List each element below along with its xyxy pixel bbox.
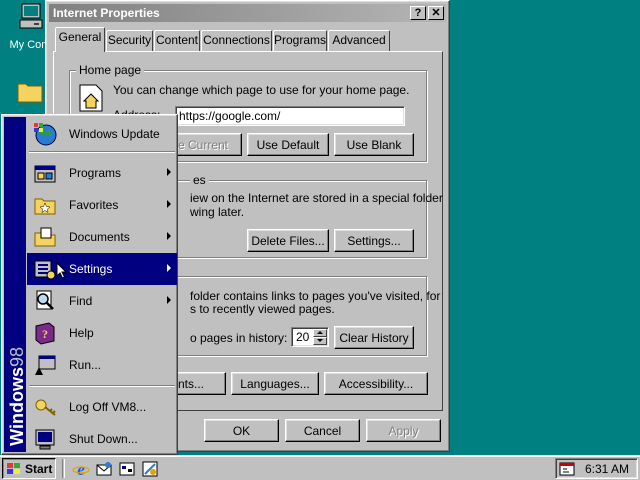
submenu-arrow-icon xyxy=(167,232,171,240)
clear-history-button[interactable]: Clear History xyxy=(334,326,414,349)
banner-98: 98 xyxy=(7,347,27,368)
start-menu-sidebar: Windows98 xyxy=(4,117,28,452)
tab-advanced[interactable]: Advanced xyxy=(328,30,390,51)
tab-content[interactable]: Content xyxy=(154,30,200,51)
start-label: Start xyxy=(25,461,53,476)
run-icon xyxy=(35,355,56,375)
down-arrow-icon xyxy=(317,339,323,342)
logoff-icon xyxy=(35,399,56,416)
find-icon xyxy=(36,290,54,310)
title-bar[interactable]: Internet Properties ? ✕ xyxy=(49,4,446,22)
help-icon: ? xyxy=(35,322,55,345)
up-arrow-icon xyxy=(317,331,323,334)
menu-item-label: Log Off VM8... xyxy=(69,400,147,414)
clock[interactable]: 6:31 AM xyxy=(585,462,629,476)
menu-item-label: Shut Down... xyxy=(69,432,138,446)
start-button[interactable]: Start xyxy=(2,458,56,479)
address-input[interactable] xyxy=(175,106,405,126)
tab-connections[interactable]: Connections xyxy=(201,30,272,51)
shutdown-icon xyxy=(35,429,55,450)
settings-icon xyxy=(34,260,56,280)
home-page-description: You can change which page to use for you… xyxy=(113,83,410,97)
folder-icon xyxy=(17,83,43,103)
menu-item-label: Help xyxy=(69,326,94,340)
menu-item-label: Favorites xyxy=(69,198,119,212)
days-in-history-label: o pages in history: xyxy=(190,331,288,345)
menu-separator xyxy=(29,385,175,387)
mouse-cursor-icon xyxy=(56,262,68,279)
use-blank-button[interactable]: Use Blank xyxy=(334,133,414,156)
menu-item-label: Windows Update xyxy=(69,127,160,141)
menu-item-documents[interactable]: Documents xyxy=(27,221,177,253)
temporary-files-group-label: es xyxy=(190,173,209,187)
temp-files-text-line1: iew on the Internet are stored in a spec… xyxy=(190,191,443,205)
taskbar: Start e 6:31 AM xyxy=(0,455,640,480)
svg-text:?: ? xyxy=(42,327,48,341)
menu-item-run[interactable]: Run... xyxy=(27,349,177,381)
favorites-icon xyxy=(34,198,56,215)
menu-item-label: Find xyxy=(69,294,93,308)
menu-separator xyxy=(29,151,175,153)
close-button[interactable]: ✕ xyxy=(428,6,444,20)
programs-icon xyxy=(34,165,56,183)
home-page-icon xyxy=(79,84,103,112)
tab-general[interactable]: General xyxy=(55,27,105,52)
help-button[interactable]: ? xyxy=(410,6,426,20)
days-in-history-value: 20 xyxy=(296,330,310,344)
spinner-down-button[interactable] xyxy=(313,337,327,345)
menu-item-label: Programs xyxy=(69,166,122,180)
dialog-title: Internet Properties xyxy=(53,6,160,20)
menu-item-label: Run... xyxy=(69,358,102,372)
use-default-button[interactable]: Use Default xyxy=(247,133,329,156)
start-menu: Windows98 Windows Update Programs Favori… xyxy=(1,114,178,455)
delete-files-button[interactable]: Delete Files... xyxy=(247,229,329,252)
menu-item-favorites[interactable]: Favorites xyxy=(27,189,177,221)
days-in-history-spinner[interactable]: 20 xyxy=(291,327,329,347)
tab-programs[interactable]: Programs xyxy=(273,30,327,51)
outlook-express-icon[interactable] xyxy=(95,460,113,478)
menu-item-log-off[interactable]: Log Off VM8... xyxy=(27,391,177,423)
spinner-up-button[interactable] xyxy=(313,329,327,337)
menu-item-find[interactable]: Find xyxy=(27,285,177,317)
ie-icon[interactable]: e xyxy=(72,460,90,478)
windows-logo-icon xyxy=(7,462,20,474)
home-page-group-label: Home page xyxy=(76,63,145,77)
apply-button[interactable]: Apply xyxy=(366,419,441,442)
languages-button[interactable]: Languages... xyxy=(231,372,319,395)
submenu-arrow-icon xyxy=(167,200,171,208)
menu-item-label: Documents xyxy=(69,230,130,244)
menu-item-windows-update[interactable]: Windows Update xyxy=(27,118,177,150)
temp-files-text-line2: wing later. xyxy=(190,205,245,219)
show-desktop-icon[interactable] xyxy=(118,460,136,478)
submenu-arrow-icon xyxy=(167,296,171,304)
quick-launch-divider xyxy=(62,459,65,478)
windows98-banner: Windows98 xyxy=(7,347,28,446)
svg-text:e: e xyxy=(77,460,85,478)
menu-item-help[interactable]: ? Help xyxy=(27,317,177,349)
menu-item-label: Settings xyxy=(69,262,113,276)
history-text-line2: s to recently viewed pages. xyxy=(190,302,335,316)
submenu-arrow-icon xyxy=(167,264,171,272)
submenu-arrow-icon xyxy=(167,168,171,176)
menu-item-shut-down[interactable]: Shut Down... xyxy=(27,423,177,455)
cancel-button[interactable]: Cancel xyxy=(285,419,360,442)
windows-update-icon xyxy=(34,123,57,146)
my-computer-icon xyxy=(19,3,43,29)
scheduled-task-icon[interactable] xyxy=(559,461,577,477)
tab-security[interactable]: Security xyxy=(106,30,153,51)
ok-button[interactable]: OK xyxy=(204,419,279,442)
menu-item-settings[interactable]: Settings xyxy=(27,253,177,285)
documents-icon xyxy=(34,227,56,247)
history-text-line1: folder contains links to pages you've vi… xyxy=(190,289,441,303)
banner-windows: Windows xyxy=(7,367,27,446)
accessibility-button[interactable]: Accessibility... xyxy=(324,372,428,395)
menu-item-programs[interactable]: Programs xyxy=(27,157,177,189)
temp-settings-button[interactable]: Settings... xyxy=(334,229,414,252)
system-tray: 6:31 AM xyxy=(555,458,638,479)
channels-icon[interactable] xyxy=(141,460,159,478)
